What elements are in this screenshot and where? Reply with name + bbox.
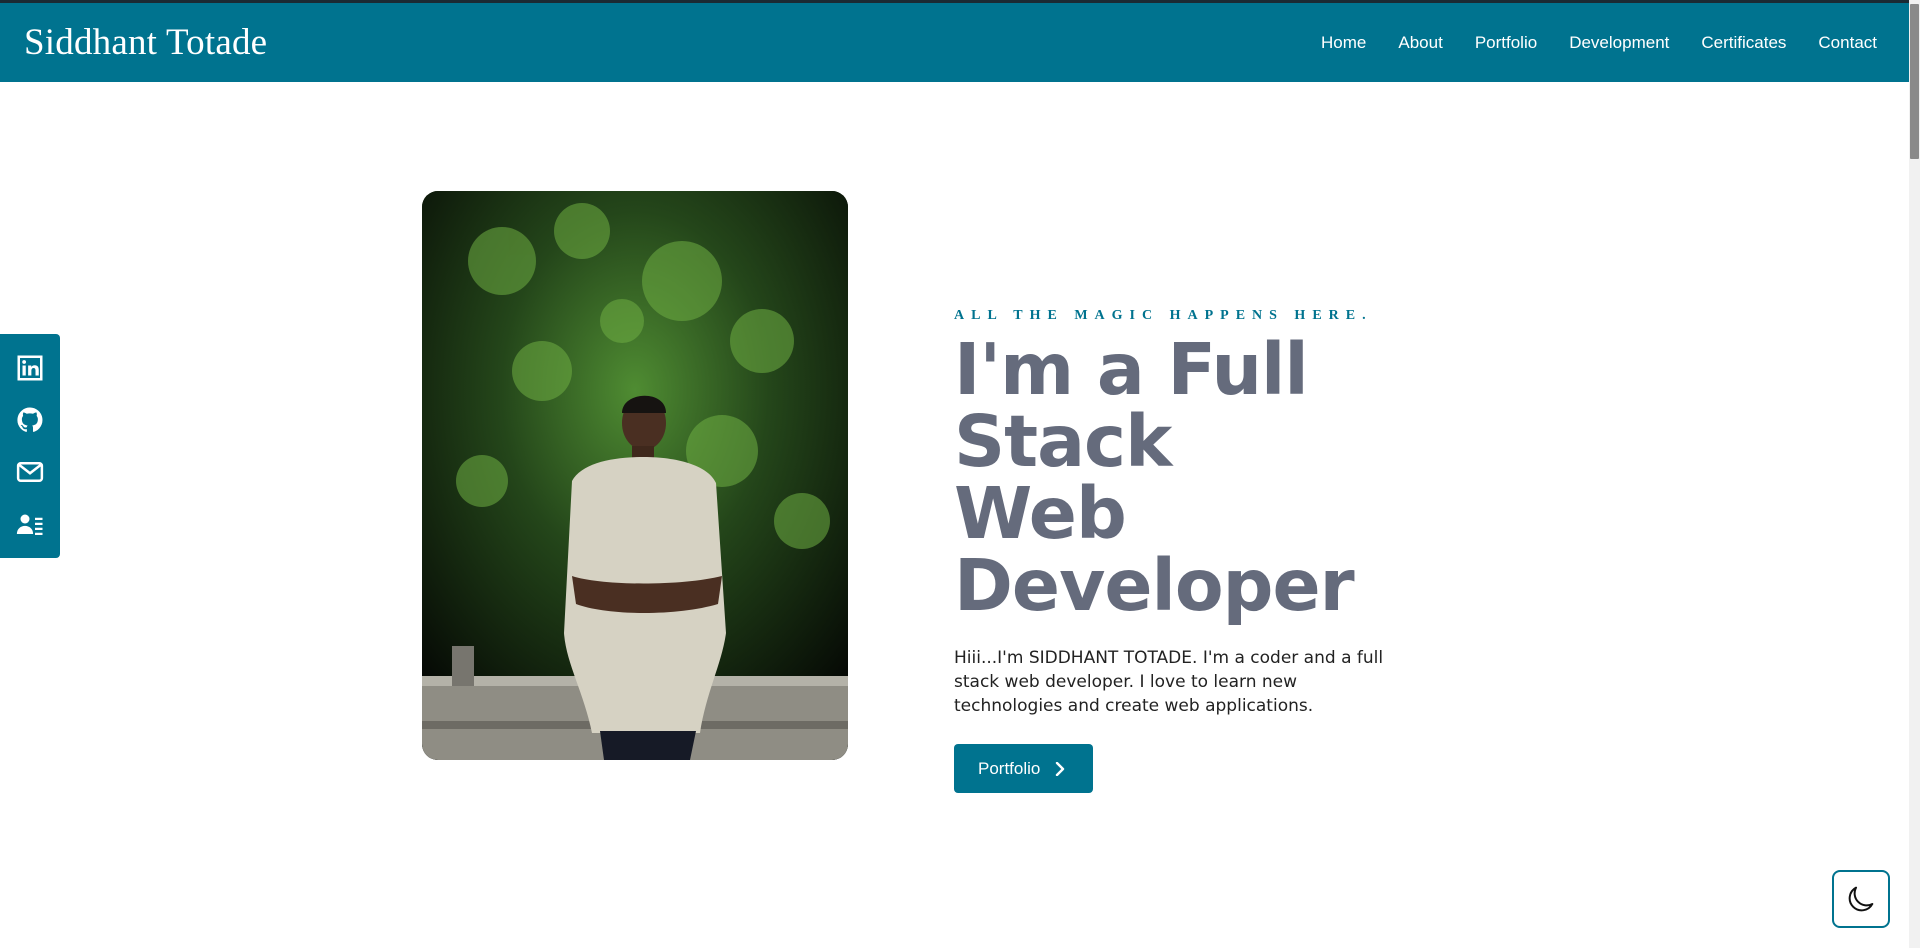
portfolio-button-label: Portfolio xyxy=(978,758,1041,778)
profile-photo xyxy=(422,191,848,760)
theme-toggle-button[interactable] xyxy=(1832,870,1890,928)
social-sidebar xyxy=(0,334,60,558)
nav-link-contact[interactable]: Contact xyxy=(1818,33,1877,53)
hero-headline: I'm a Full Stack Web Developer xyxy=(954,334,1514,622)
hero-headline-line2: Web Developer xyxy=(954,472,1355,627)
nav-link-certificates[interactable]: Certificates xyxy=(1701,33,1786,53)
nav-link-about[interactable]: About xyxy=(1398,33,1442,53)
mail-icon[interactable] xyxy=(14,456,46,488)
resume-icon[interactable] xyxy=(14,508,46,540)
nav-links: Home About Portfolio Development Certifi… xyxy=(1321,33,1885,53)
profile-photo-illustration xyxy=(422,191,848,760)
hero-content: ALL THE MAGIC HAPPENS HERE. I'm a Full S… xyxy=(954,308,1514,793)
scrollbar-thumb[interactable] xyxy=(1910,4,1919,159)
linkedin-icon[interactable] xyxy=(14,352,46,384)
navbar: Siddhant Totade Home About Portfolio Dev… xyxy=(0,3,1909,82)
nav-link-portfolio[interactable]: Portfolio xyxy=(1475,33,1537,53)
nav-link-home[interactable]: Home xyxy=(1321,33,1366,53)
hero-eyebrow: ALL THE MAGIC HAPPENS HERE. xyxy=(954,308,1373,323)
nav-link-development[interactable]: Development xyxy=(1569,33,1669,53)
github-icon[interactable] xyxy=(14,404,46,436)
moon-icon xyxy=(1848,886,1874,912)
page-scrollbar[interactable] xyxy=(1909,0,1920,948)
hero-intro: Hiii...I'm SIDDHANT TOTADE. I'm a coder … xyxy=(954,648,1384,716)
brand-name[interactable]: Siddhant Totade xyxy=(24,21,267,64)
chevron-right-icon xyxy=(1056,761,1065,776)
portfolio-button[interactable]: Portfolio xyxy=(954,744,1094,793)
hero-headline-line1: I'm a Full Stack xyxy=(954,328,1309,483)
